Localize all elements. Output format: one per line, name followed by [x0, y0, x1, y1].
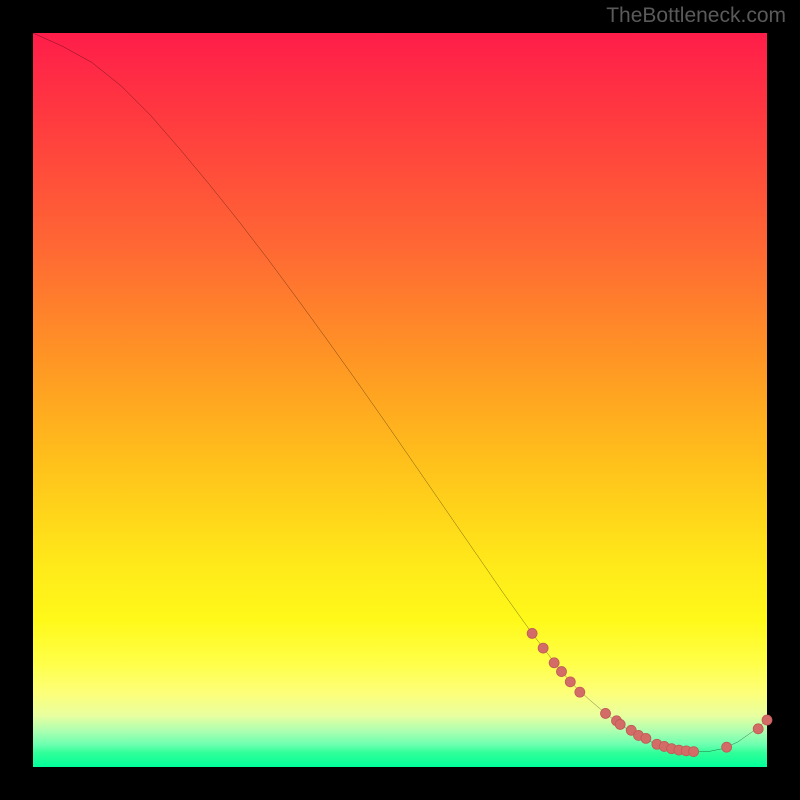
chart-plot-area	[33, 33, 767, 767]
curve-marker	[641, 733, 651, 743]
attribution-label: TheBottleneck.com	[606, 4, 786, 28]
bottleneck-curve-svg	[33, 33, 767, 767]
curve-marker	[556, 667, 566, 677]
curve-marker	[549, 658, 559, 668]
bottleneck-curve-line	[33, 33, 767, 752]
curve-marker	[575, 687, 585, 697]
curve-marker	[615, 719, 625, 729]
curve-marker	[538, 643, 548, 653]
curve-marker	[689, 747, 699, 757]
curve-markers-group	[527, 628, 772, 756]
curve-marker	[722, 742, 732, 752]
curve-marker	[601, 708, 611, 718]
curve-marker	[762, 715, 772, 725]
curve-marker	[527, 628, 537, 638]
curve-marker	[565, 677, 575, 687]
curve-marker	[753, 724, 763, 734]
